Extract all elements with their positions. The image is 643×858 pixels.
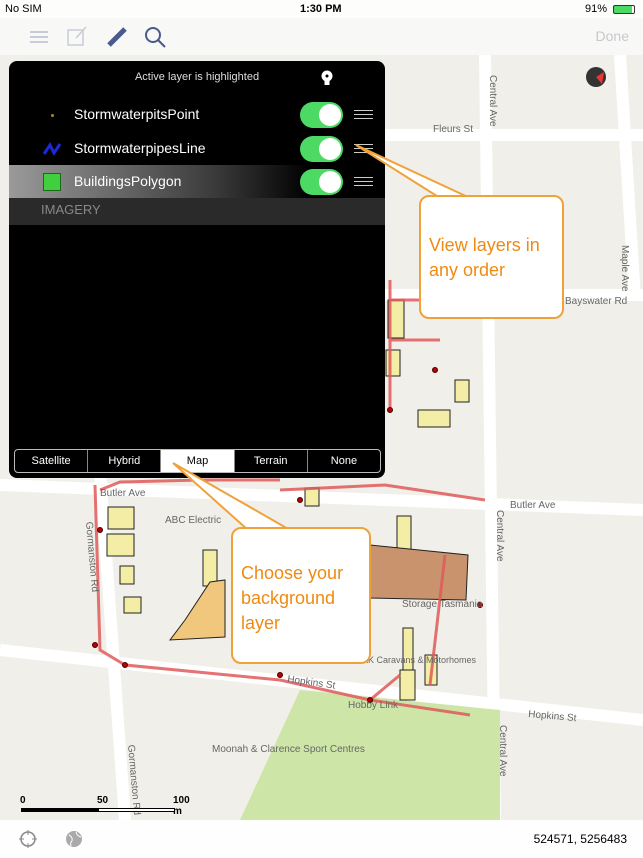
callout-pointers	[172, 144, 471, 531]
coordinates-readout: 524571, 5256483	[533, 832, 627, 846]
locate-icon[interactable]	[18, 829, 38, 849]
globe-icon[interactable]	[64, 829, 84, 849]
callout-background: Choose your background layer	[231, 527, 371, 664]
callout-reorder: View layers in any order	[419, 195, 564, 319]
scale-label: 100 m	[173, 795, 190, 817]
bottom-bar: 524571, 5256483	[0, 820, 643, 858]
scale-label: 0	[20, 795, 26, 806]
scale-label: 50	[97, 795, 109, 806]
